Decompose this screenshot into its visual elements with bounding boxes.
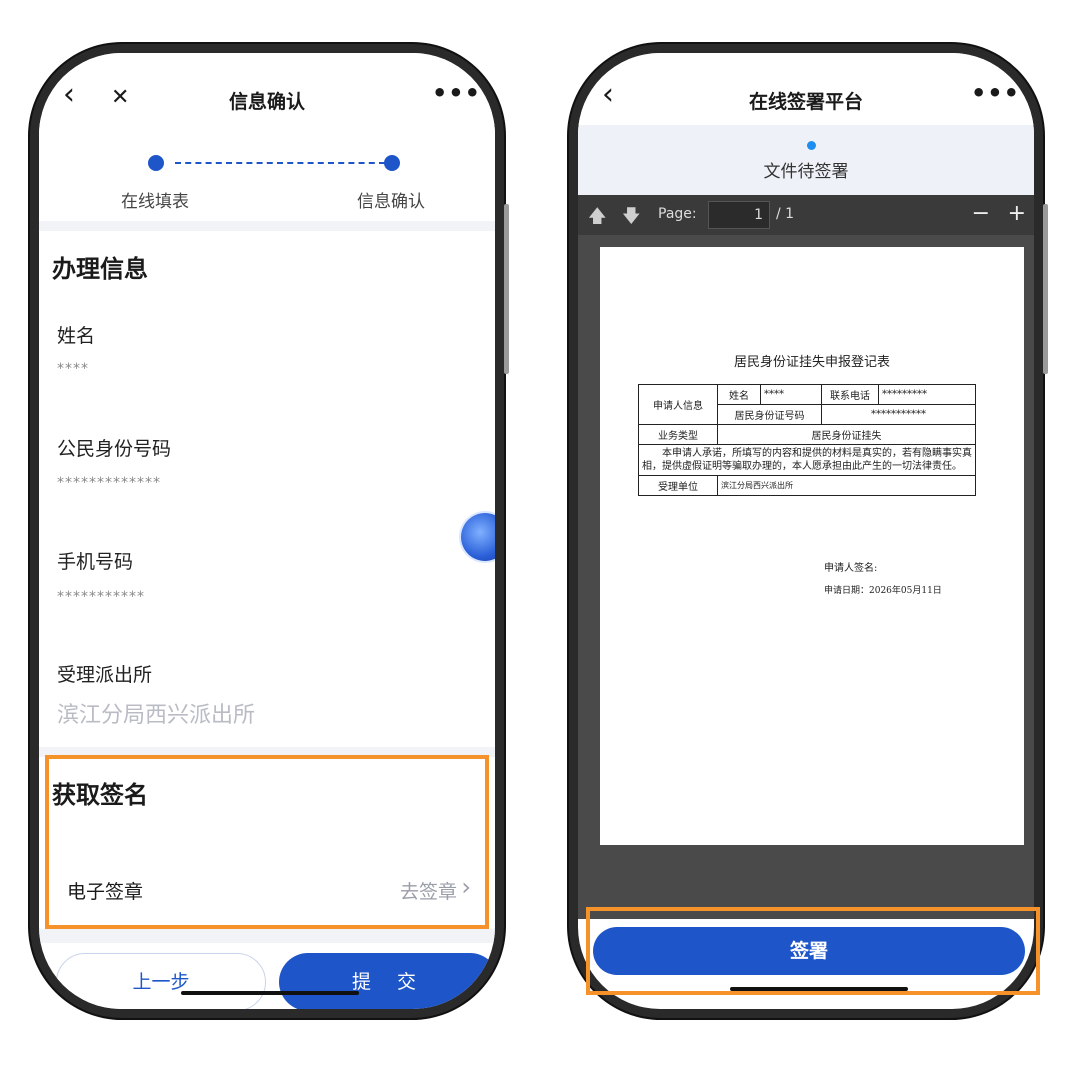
page-label: Page: xyxy=(658,206,697,222)
field-label-id-number: 公民身份号码 xyxy=(57,438,172,460)
pdf-toolbar: 🡅 🡇 Page: 1 / 1 − + xyxy=(578,195,1034,235)
section-divider xyxy=(39,929,495,943)
cell-phone-label: 联系电话 xyxy=(821,384,879,405)
cell-name-value: **** xyxy=(760,384,822,405)
registration-table: 申请人信息 姓名 **** 联系电话 ********* 居民身份证号码 ***… xyxy=(638,384,976,496)
cell-business-value: 居民身份证挂失 xyxy=(717,424,976,445)
zoom-out-button[interactable]: − xyxy=(972,201,990,226)
cell-phone-value: ********* xyxy=(878,384,976,405)
field-value-police-station: 滨江分局西兴派出所 xyxy=(57,703,256,728)
application-date: 申请日期：2026年05月11日 xyxy=(824,586,942,596)
cell-id-label: 居民身份证号码 xyxy=(717,404,822,425)
field-value-phone: *********** xyxy=(57,589,145,605)
step-label-2: 信息确认 xyxy=(357,192,425,212)
submit-button[interactable]: 提 交 xyxy=(279,953,495,1009)
cell-applicant-info: 申请人信息 xyxy=(638,384,718,425)
field-value-name: **** xyxy=(57,361,89,377)
cell-business-label: 业务类型 xyxy=(638,424,718,445)
home-indicator xyxy=(181,991,359,995)
cell-office-label: 受理单位 xyxy=(638,475,718,496)
pdf-viewer[interactable]: 🡅 🡇 Page: 1 / 1 − + 居民身份证挂失申报登记表 申请人信息 姓… xyxy=(578,195,1034,919)
side-button xyxy=(1043,204,1048,374)
cell-id-value: *********** xyxy=(821,404,976,425)
cell-declaration: 本申请人承诺，所填写的内容和提供的材料是真实的，若有隐瞒事实真相，提供虚假证明等… xyxy=(638,444,976,476)
field-label-police-station: 受理派出所 xyxy=(57,664,153,686)
page-down-icon[interactable]: 🡇 xyxy=(622,204,641,234)
right-phone-frame: ‹ 在线签署平台 ••• 文件待签署 🡅 🡇 Page: 1 / 1 − + 居… xyxy=(569,44,1048,1018)
page-number-input[interactable]: 1 xyxy=(708,201,770,229)
page-title: 信息确认 xyxy=(228,91,305,113)
cell-name-label: 姓名 xyxy=(717,384,761,405)
nav-bar: ‹ 在线签署平台 ••• xyxy=(578,53,1034,125)
document-title: 居民身份证挂失申报登记表 xyxy=(733,355,890,370)
prev-step-button[interactable]: 上一步 xyxy=(56,953,266,1009)
status-text: 文件待签署 xyxy=(763,162,849,182)
field-value-id-number: ************* xyxy=(57,475,161,491)
side-button xyxy=(504,204,509,374)
section-title-handling-info: 办理信息 xyxy=(52,255,148,283)
highlight-sign-button xyxy=(586,907,1040,995)
cell-office-value: 滨江分局西兴派出所 xyxy=(717,475,976,496)
nav-bar: ‹ ✕ 信息确认 ••• xyxy=(39,53,495,147)
zoom-in-button[interactable]: + xyxy=(1008,201,1026,226)
more-icon[interactable]: ••• xyxy=(432,79,481,107)
highlight-signature-section xyxy=(45,755,489,929)
step-dot-1 xyxy=(148,155,164,171)
page-up-icon[interactable]: 🡅 xyxy=(588,204,607,234)
section-divider xyxy=(39,221,495,231)
pdf-page: 居民身份证挂失申报登记表 申请人信息 姓名 **** 联系电话 ********… xyxy=(600,247,1024,845)
step-progress: 在线填表 信息确认 xyxy=(39,147,495,227)
page-total: / 1 xyxy=(776,206,795,222)
field-label-phone: 手机号码 xyxy=(57,551,134,573)
page-title: 在线签署平台 xyxy=(748,91,863,113)
right-screen: ‹ 在线签署平台 ••• 文件待签署 🡅 🡇 Page: 1 / 1 − + 居… xyxy=(578,53,1034,1009)
assistant-ball-icon[interactable] xyxy=(461,513,495,561)
more-icon[interactable]: ••• xyxy=(971,79,1020,107)
document-status: 文件待签署 xyxy=(578,125,1034,195)
step-label-1: 在线填表 xyxy=(121,192,189,212)
step-connector xyxy=(175,162,385,164)
applicant-signature-label: 申请人签名: xyxy=(824,563,878,574)
step-dot-2 xyxy=(384,155,400,171)
field-label-name: 姓名 xyxy=(57,325,96,347)
status-dot xyxy=(807,141,816,150)
